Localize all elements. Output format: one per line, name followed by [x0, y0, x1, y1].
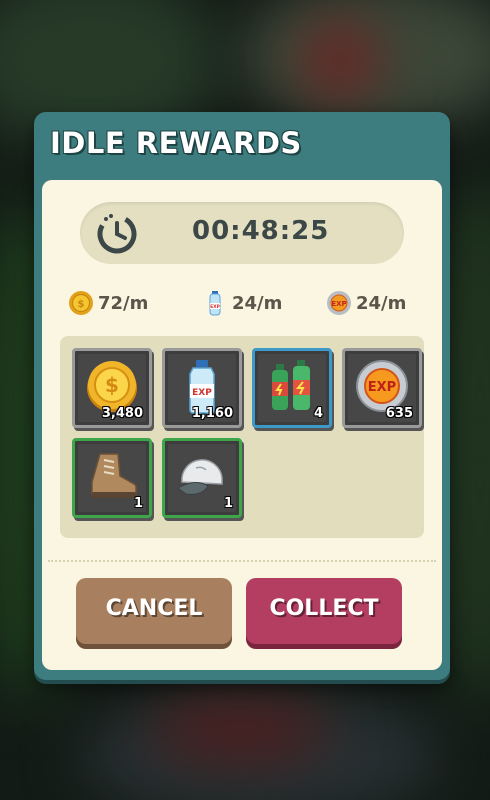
reward-slot-energy-drinks[interactable]: 4: [252, 348, 332, 428]
collect-button[interactable]: COLLECT: [246, 578, 402, 644]
rate-gold-label: 72/m: [98, 292, 149, 314]
reward-slot-exp-water[interactable]: EXP 1,160: [162, 348, 242, 428]
timer-value: 00:48:25: [192, 216, 330, 246]
reward-slot-hiking-boot[interactable]: 1: [72, 438, 152, 518]
reward-quantity: 1: [133, 496, 143, 511]
rate-exp-water: EXP 24/m: [202, 290, 282, 316]
svg-text:EXP: EXP: [331, 300, 346, 308]
reward-quantity: 1,160: [191, 406, 233, 421]
svg-text:EXP: EXP: [210, 304, 221, 310]
rate-exp-token-label: 24/m: [356, 292, 407, 314]
energy-drink-bottles-icon: [272, 360, 310, 410]
reward-quantity: 3,480: [101, 406, 143, 421]
svg-text:$: $: [78, 299, 85, 310]
hiking-boot-icon: [91, 453, 137, 498]
gold-coin-icon: $: [69, 291, 93, 315]
svg-text:EXP: EXP: [368, 380, 396, 395]
stopwatch-icon: [97, 214, 137, 254]
reward-rates: $ 72/m EXP 24/m EXP 24/m: [68, 290, 428, 316]
reward-slot-exp-token[interactable]: EXP 635: [342, 348, 422, 428]
exp-water-bottle-icon: EXP: [209, 291, 221, 316]
divider: [48, 560, 436, 562]
reward-quantity: 1: [223, 496, 233, 511]
exp-token-icon: EXP: [327, 291, 351, 315]
idle-timer: 00:48:25: [80, 202, 404, 264]
reward-slot-gold[interactable]: $ 3,480: [72, 348, 152, 428]
rate-exp-water-label: 24/m: [232, 292, 283, 314]
rewards-grid: $ 3,480 EXP 1,160 4 EXP 635 1 1: [60, 336, 424, 538]
rate-exp-token: EXP 24/m: [326, 290, 406, 316]
dialog-title: IDLE REWARDS: [50, 126, 302, 160]
cap-icon: [177, 459, 223, 495]
reward-quantity: 635: [385, 406, 413, 421]
rewards-panel: 00:48:25 $ 72/m EXP 24/m EXP 24/m $ 3,48…: [42, 180, 442, 670]
reward-quantity: 4: [313, 406, 323, 421]
reward-slot-cap[interactable]: 1: [162, 438, 242, 518]
rate-gold: $ 72/m: [68, 290, 148, 316]
svg-text:EXP: EXP: [192, 388, 212, 398]
idle-rewards-dialog: IDLE REWARDS 00:48:25 $ 72/m EXP 24/m EX…: [34, 112, 450, 680]
svg-text:$: $: [105, 373, 119, 397]
cancel-button[interactable]: CANCEL: [76, 578, 232, 644]
